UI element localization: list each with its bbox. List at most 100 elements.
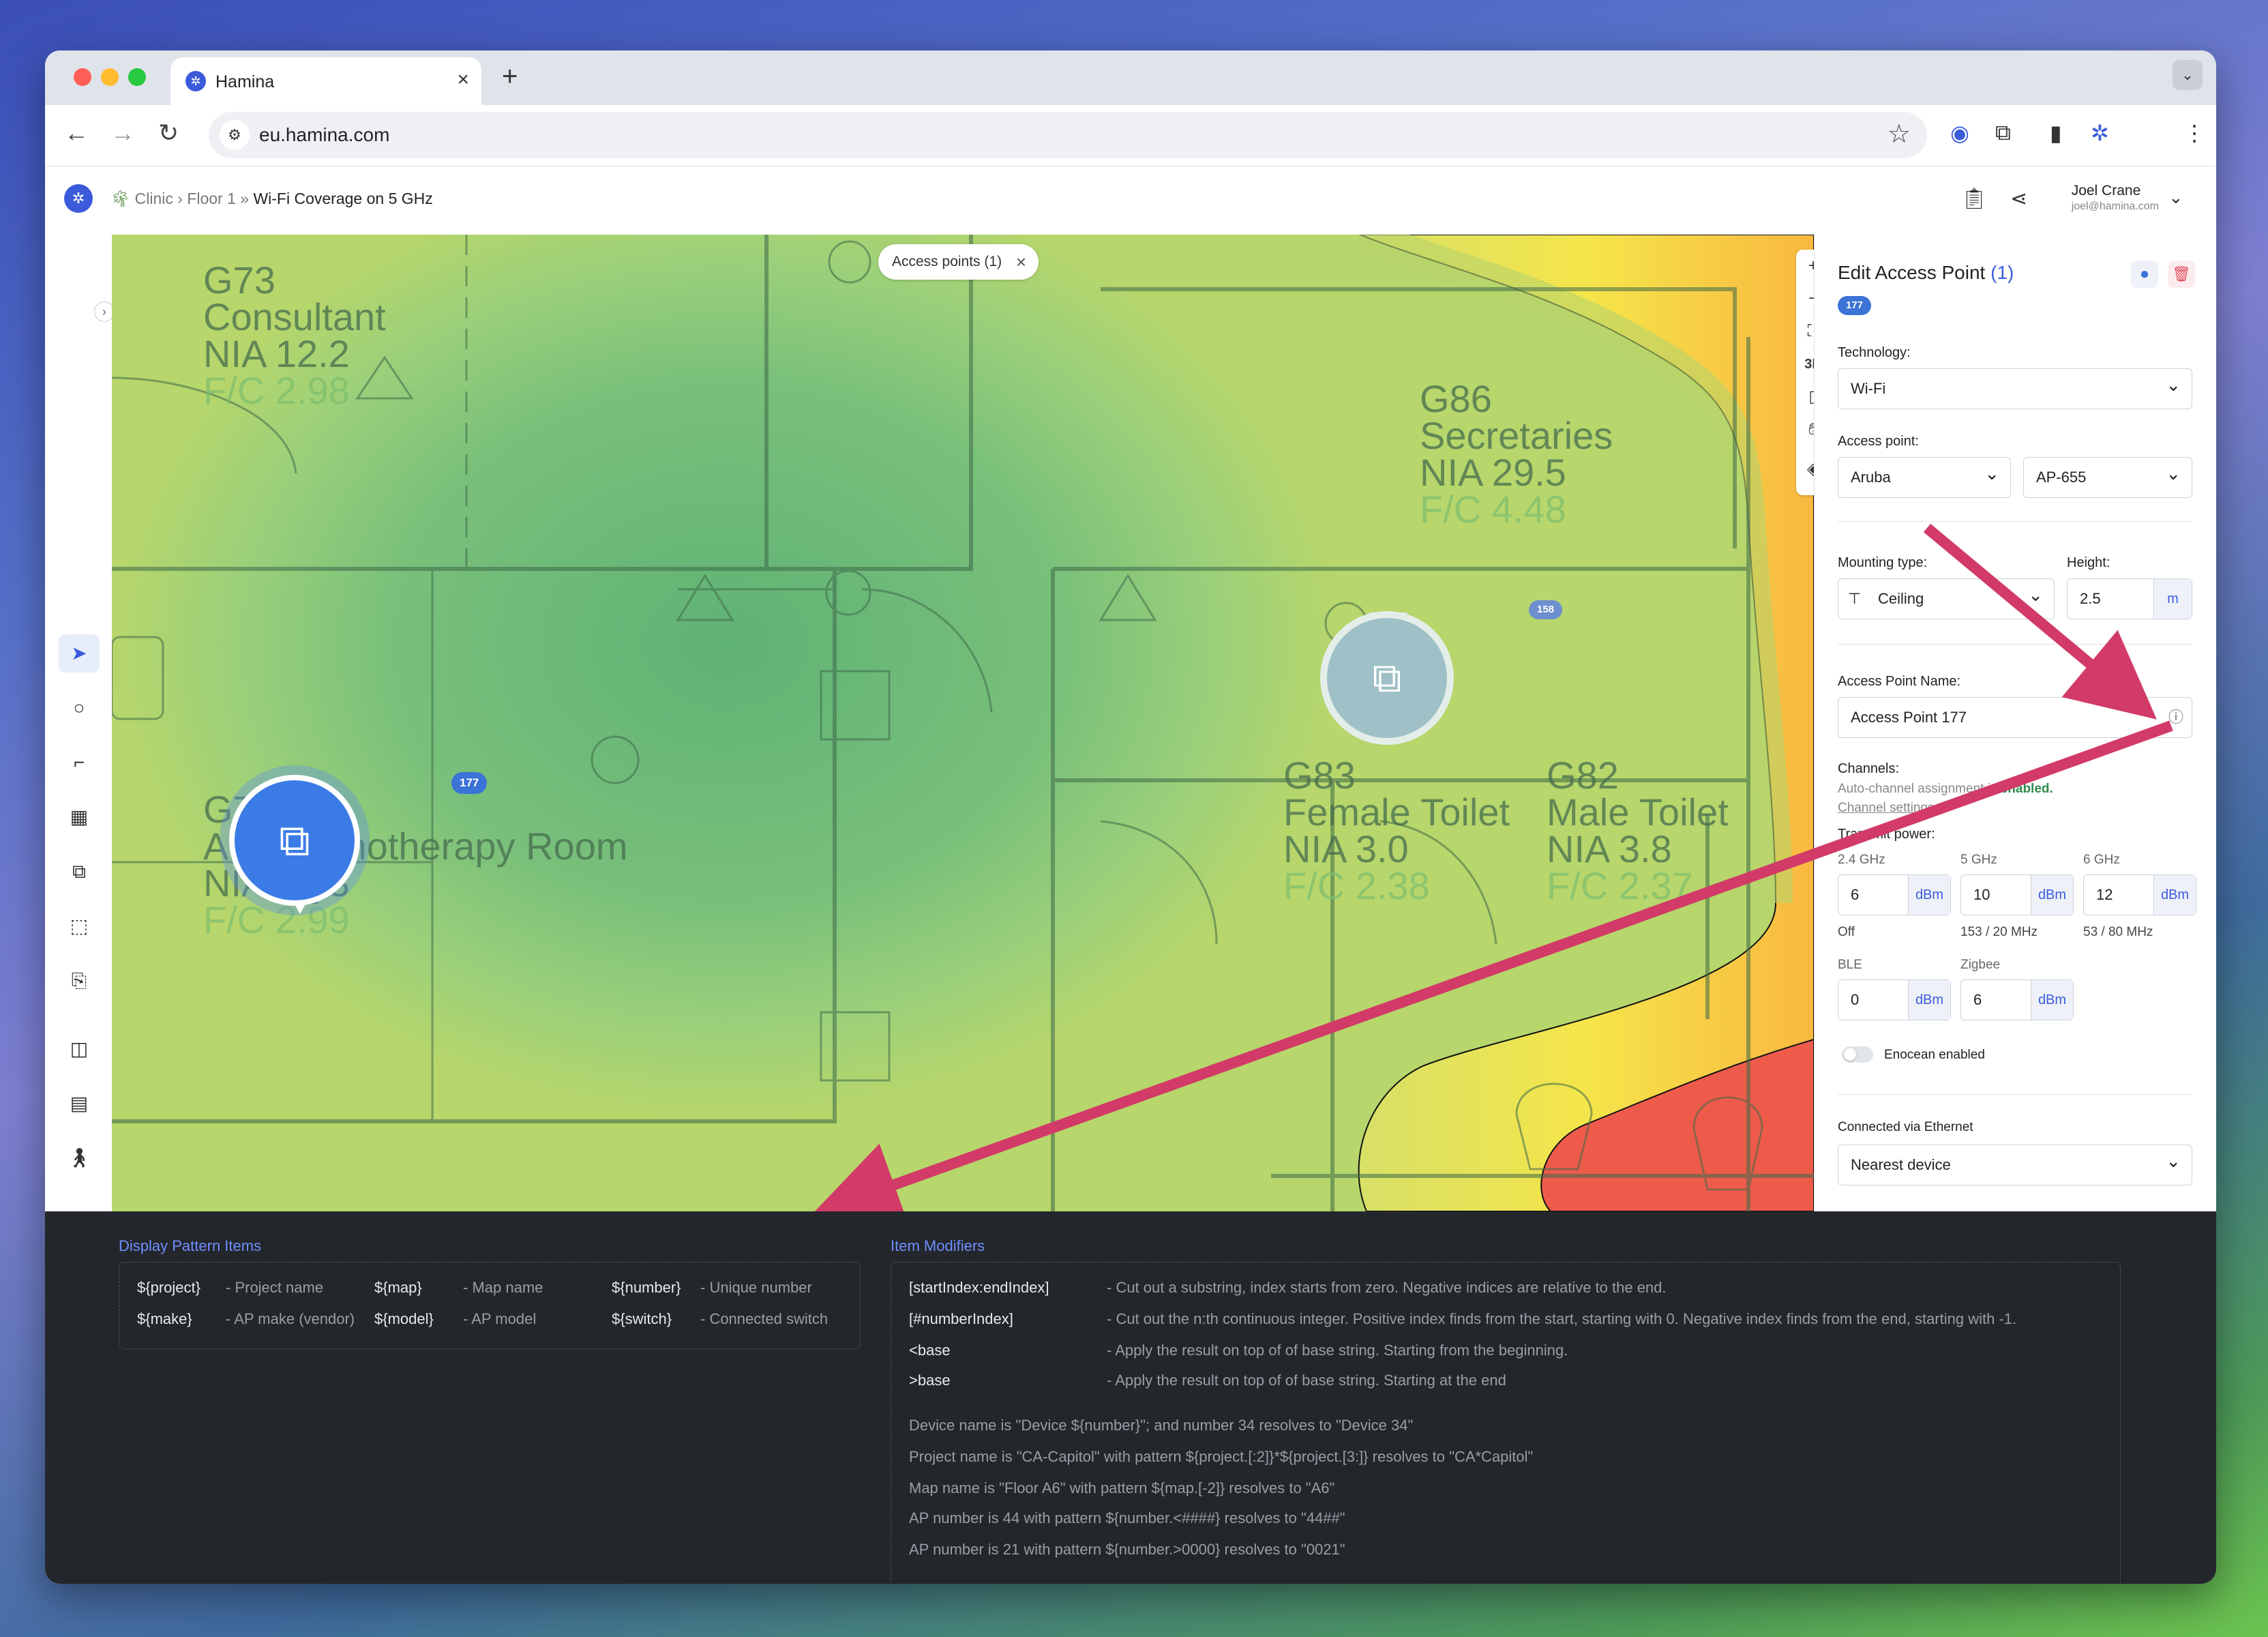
ap-make-select[interactable]: Aruba (1838, 454, 2011, 498)
wall-tool-icon[interactable]: ⌐ (59, 743, 100, 782)
edit-access-point-panel: Edit Access Point (1) ● 🗑︎ 177 Technolog… (1814, 232, 2216, 1211)
modifier-desc: - Cut out a substring, index starts from… (1107, 1279, 1667, 1296)
room-code: G83 (1283, 754, 1356, 797)
pattern-help-panel: Display Pattern Items ${project} - Proje… (45, 1211, 2216, 1584)
ap-badge-158: 158 (1529, 600, 1563, 619)
address-bar[interactable]: ⚙ eu.hamina.com ☆ (209, 112, 1927, 158)
device-tool-icon[interactable]: ⎘ (59, 962, 100, 1000)
browser-window: ✲ Hamina × + ⌄ ← → ↻ ⚙ eu.hamina.com ☆ ◉… (45, 50, 2216, 1584)
minimize-window-button[interactable] (101, 68, 119, 86)
help-question-icon[interactable]: ⓘ (2168, 698, 2183, 737)
extensions-puzzle-icon[interactable]: ⧉ (1995, 120, 2011, 146)
power-24-input[interactable]: 6 dBm (1838, 874, 1951, 915)
clipboard-icon[interactable]: 📋︎ (1961, 187, 1987, 211)
power-6-value: 12 (2096, 886, 2113, 903)
selected-access-point-icon[interactable]: ⧉ (229, 775, 360, 906)
access-point-158-icon[interactable]: ⧉ (1320, 611, 1454, 745)
modifier-desc: - Cut out the n:th continuous integer. P… (1107, 1310, 2017, 1327)
room-nia: NIA 3.8 (1547, 827, 1672, 870)
height-input[interactable]: 2.5 m (2067, 578, 2192, 619)
breadcrumb-current-view[interactable]: Wi-Fi Coverage on 5 GHz (253, 190, 432, 207)
ethernet-label: Connected via Ethernet (1838, 1120, 1973, 1134)
room-name: Male Toilet (1547, 791, 1729, 834)
pattern-desc: - Project name (226, 1279, 324, 1296)
room-fc: F/C 2.98 (203, 369, 350, 412)
delete-trash-icon[interactable]: 🗑︎ (2168, 261, 2195, 288)
channel-settings-link[interactable]: Channel settings (1838, 801, 1935, 816)
tab-title: Hamina (215, 72, 275, 91)
breadcrumb-floor[interactable]: Floor 1 (187, 190, 236, 207)
maximize-window-button[interactable] (128, 68, 146, 86)
comment-tool-icon[interactable]: ○ (59, 689, 100, 727)
band-5-note: 153 / 20 MHz (1960, 925, 2038, 939)
modifier-key: [startIndex:endIndex] (909, 1279, 1049, 1296)
zoom-in-icon[interactable]: + (1796, 250, 1814, 282)
zoom-out-icon[interactable]: − (1796, 282, 1814, 315)
layers-icon[interactable]: ◈ (1796, 453, 1814, 486)
url-text[interactable]: eu.hamina.com (259, 124, 389, 146)
survey-walk-tool-icon[interactable]: 🚶︎ (59, 1139, 100, 1177)
room-nia: NIA 29.5 (1420, 451, 1566, 494)
side-panel-icon[interactable]: ▮ (2050, 120, 2062, 146)
access-points-filter-chip[interactable]: Access points (1) × (878, 244, 1039, 280)
power-unit: dBm (2153, 875, 2196, 915)
area-tool-icon[interactable]: ⧉ (59, 853, 100, 891)
height-unit: m (2153, 579, 2192, 619)
access-point-tool-icon[interactable]: ◫ (59, 1030, 100, 1068)
band-24-note: Off (1838, 925, 1855, 939)
room-name: Consultant (203, 295, 386, 338)
ap-model-select[interactable]: AP-655 (2023, 454, 2192, 498)
forward-arrow-icon[interactable]: → (110, 119, 135, 147)
user-name: Joel Crane (2071, 183, 2141, 198)
clear-filter-icon[interactable]: × (1016, 244, 1026, 280)
ap-name-input[interactable]: Access Point 177 ⓘ (1838, 697, 2192, 738)
reload-icon[interactable]: ↻ (158, 119, 179, 147)
user-menu[interactable]: Joel Crane joel@hamina.com (2072, 183, 2159, 213)
measurement-tool-icon[interactable]: ▤ (59, 1085, 100, 1123)
bookmark-star-icon[interactable]: ☆ (1887, 119, 1911, 149)
browser-menu-icon[interactable]: ⋮ (2183, 120, 2205, 146)
password-manager-icon[interactable]: ◉ (1950, 120, 1969, 146)
ble-label: BLE (1838, 958, 1862, 972)
room-tool-icon[interactable]: ▦ (59, 798, 100, 836)
hamina-logo-icon[interactable]: ✲ (64, 184, 93, 213)
mouse-mode-icon[interactable]: ▯ (1796, 381, 1814, 413)
browser-tab[interactable]: ✲ Hamina × (170, 57, 481, 105)
select-tool-icon[interactable]: ➤ (59, 634, 100, 673)
mounting-type-select[interactable]: ⊤ Ceiling (1838, 575, 2055, 619)
pan-hand-icon[interactable]: ✋︎ (1796, 413, 1814, 446)
breadcrumb-clinic[interactable]: Clinic (135, 190, 173, 207)
new-tab-button[interactable]: + (502, 61, 518, 92)
room-fc: F/C 2.37 (1547, 864, 1693, 907)
ap-color-button[interactable]: ● (2131, 261, 2158, 288)
view-3d-button[interactable]: 3D (1796, 348, 1814, 381)
zigbee-power-input[interactable]: 6 dBm (1960, 979, 2074, 1020)
close-tab-icon[interactable]: × (457, 68, 469, 91)
profile-avatar-icon[interactable]: ✲ (2091, 120, 2109, 146)
ble-power-input[interactable]: 0 dBm (1838, 979, 1951, 1020)
example-line: Project name is "CA-Capitol" with patter… (909, 1448, 1534, 1465)
floor-plan-map[interactable]: G73 Consultant NIA 12.2 F/C 2.98 G86 Sec… (112, 235, 1814, 1211)
room-label-g83: G83 Female Toilet NIA 3.0 F/C 2.38 (1283, 754, 1510, 905)
technology-select[interactable]: Wi-Fi (1838, 365, 2192, 409)
ethernet-select[interactable]: Nearest device (1838, 1141, 2192, 1185)
back-arrow-icon[interactable]: ← (64, 119, 89, 147)
zone-tool-icon[interactable]: ⬚ (59, 907, 100, 945)
example-line: Map name is "Floor A6" with pattern ${ma… (909, 1479, 1335, 1496)
close-window-button[interactable] (74, 68, 91, 86)
pattern-key: ${project} (137, 1279, 200, 1296)
power-5-input[interactable]: 10 dBm (1960, 874, 2074, 915)
pattern-key: ${map} (374, 1279, 422, 1296)
room-label-g82: G82 Male Toilet NIA 3.8 F/C 2.37 (1547, 756, 1729, 907)
user-menu-chevron-icon[interactable]: ⌄ (2168, 187, 2183, 208)
divider (1838, 1094, 2192, 1095)
tab-search-button[interactable]: ⌄ (2173, 60, 2203, 90)
display-pattern-title: Display Pattern Items (119, 1237, 262, 1254)
fit-screen-icon[interactable]: ⛶ (1796, 315, 1814, 348)
pattern-key: ${model} (374, 1310, 434, 1327)
browser-toolbar: ← → ↻ ⚙ eu.hamina.com ☆ ◉ ⧉ ▮ ✲ ⋮ (45, 105, 2216, 166)
enocean-toggle[interactable] (1842, 1046, 1873, 1063)
power-6-input[interactable]: 12 dBm (2083, 874, 2196, 915)
site-settings-icon[interactable]: ⚙ (220, 120, 250, 150)
share-icon[interactable]: ⋖ (2010, 187, 2027, 211)
